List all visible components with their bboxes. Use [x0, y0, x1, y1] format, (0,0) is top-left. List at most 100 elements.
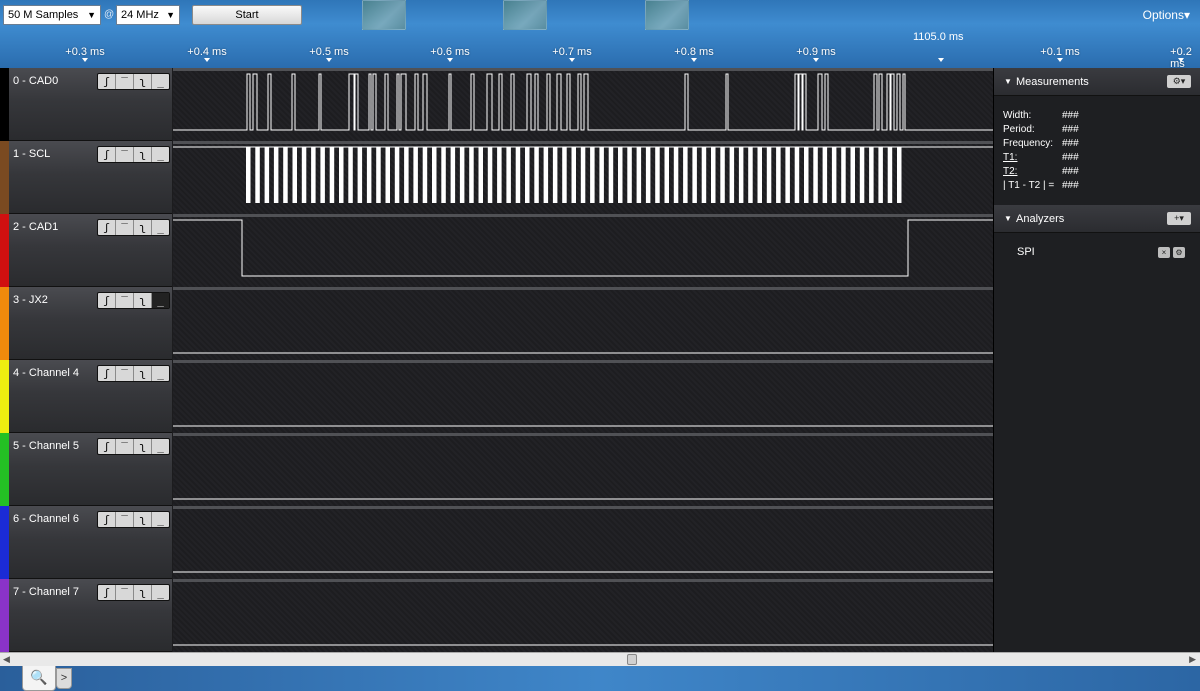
low-level-icon[interactable]: _ [152, 512, 169, 527]
measurements-header[interactable]: ▼ Measurements ⚙▾ [994, 68, 1200, 96]
rising-edge-icon[interactable]: ʃ [98, 366, 116, 381]
measurement-label: T1: [1003, 152, 1018, 163]
falling-edge-icon[interactable]: ʅ [134, 147, 152, 162]
horizontal-scrollbar[interactable]: ◀ ▶ [0, 652, 1200, 666]
scroll-left-arrow-icon[interactable]: ◀ [3, 654, 10, 665]
time-tick-marker [813, 58, 819, 62]
falling-edge-icon[interactable]: ʅ [134, 512, 152, 527]
measurement-label: Period: [1003, 124, 1035, 135]
side-panel: ▼ Measurements ⚙▾ Width: ### Period: ### Fre… [993, 68, 1200, 652]
channel-row: 3 - JX2 ʃ ‾ ʅ _ [0, 287, 993, 360]
rising-edge-icon[interactable]: ʃ [98, 220, 116, 235]
measurement-label: T2: [1003, 166, 1018, 177]
channel-waveform[interactable] [173, 579, 993, 652]
channel-waveform[interactable] [173, 214, 993, 287]
high-level-icon[interactable]: ‾ [116, 512, 134, 527]
high-level-icon[interactable]: ‾ [116, 220, 134, 235]
channel-waveform[interactable] [173, 433, 993, 506]
time-tick-label: +0.3 ms [65, 46, 105, 58]
close-icon[interactable]: × [1158, 247, 1170, 258]
cursor-time-label: 1105.0 ms [913, 31, 964, 43]
scroll-right-arrow-icon[interactable]: ▶ [1189, 654, 1196, 665]
channel-label-panel[interactable]: 2 - CAD1 ʃ ‾ ʅ _ [0, 214, 172, 287]
rising-edge-icon[interactable]: ʃ [98, 74, 116, 89]
chevron-right-icon[interactable]: > [56, 668, 72, 689]
falling-edge-icon[interactable]: ʅ [134, 439, 152, 454]
channel-label-panel[interactable]: 5 - Channel 5 ʃ ‾ ʅ _ [0, 433, 172, 506]
time-tick-label: +0.1 ms [1040, 46, 1080, 58]
measurement-value: ### [1062, 124, 1079, 135]
channel-waveform[interactable] [173, 287, 993, 360]
low-level-icon[interactable]: _ [152, 74, 169, 89]
sample-count-select[interactable]: 50 M Samples ▼ [3, 5, 101, 25]
low-level-icon[interactable]: _ [152, 366, 169, 381]
waveform-trace [173, 219, 993, 277]
low-level-icon[interactable]: _ [152, 585, 169, 600]
channel-label-panel[interactable]: 3 - JX2 ʃ ‾ ʅ _ [0, 287, 172, 360]
waveform-trace [173, 425, 993, 427]
collapse-triangle-icon: ▼ [1004, 77, 1012, 86]
time-tick-label: +0.6 ms [430, 46, 470, 58]
falling-edge-icon[interactable]: ʅ [134, 366, 152, 381]
channel-color-strip [0, 506, 9, 579]
time-tick-label: +0.2 ms [1170, 46, 1192, 68]
scrollbar-thumb[interactable] [627, 654, 637, 665]
measurement-label: Frequency: [1003, 138, 1054, 149]
low-level-icon[interactable]: _ [152, 220, 169, 235]
falling-edge-icon[interactable]: ʅ [134, 585, 152, 600]
options-menu-button[interactable]: Options▾ [1143, 8, 1190, 22]
channel-color-strip [0, 214, 9, 287]
channel-waveform[interactable] [173, 360, 993, 433]
sample-count-value: 50 M Samples [8, 9, 79, 21]
high-level-icon[interactable]: ‾ [116, 147, 134, 162]
sample-rate-select[interactable]: 24 MHz ▼ [116, 5, 180, 25]
measurements-title: Measurements [1016, 76, 1089, 88]
channel-color-strip [0, 433, 9, 506]
time-tick-label: +0.4 ms [187, 46, 227, 58]
rising-edge-icon[interactable]: ʃ [98, 512, 116, 527]
channel-label-panel[interactable]: 7 - Channel 7 ʃ ‾ ʅ _ [0, 579, 172, 652]
high-level-icon[interactable]: ‾ [116, 585, 134, 600]
start-button[interactable]: Start [192, 5, 302, 25]
high-level-icon[interactable]: ‾ [116, 293, 134, 308]
channel-row: 1 - SCL ʃ ‾ ʅ _ [0, 141, 993, 214]
rising-edge-icon[interactable]: ʃ [98, 585, 116, 600]
falling-edge-icon[interactable]: ʅ [134, 74, 152, 89]
gear-icon[interactable]: ⚙▾ [1167, 75, 1191, 88]
channel-label-panel[interactable]: 4 - Channel 4 ʃ ‾ ʅ _ [0, 360, 172, 433]
analyzer-item-spi[interactable]: SPI [1017, 246, 1035, 258]
rising-edge-icon[interactable]: ʃ [98, 439, 116, 454]
channel-waveform[interactable] [173, 506, 993, 579]
channel-waveform[interactable] [173, 68, 993, 141]
low-level-icon[interactable]: _ [152, 439, 169, 454]
rising-edge-icon[interactable]: ʃ [98, 293, 116, 308]
low-level-icon[interactable]: _ [152, 147, 169, 162]
trigger-selector: ʃ ‾ ʅ _ [97, 292, 170, 309]
low-level-icon[interactable]: _ [152, 293, 169, 308]
high-level-icon[interactable]: ‾ [116, 74, 134, 89]
cursor-marker [938, 58, 944, 62]
falling-edge-icon[interactable]: ʅ [134, 220, 152, 235]
rising-edge-icon[interactable]: ʃ [98, 147, 116, 162]
channel-label-panel[interactable]: 6 - Channel 6 ʃ ‾ ʅ _ [0, 506, 172, 579]
channel-label-panel[interactable]: 1 - SCL ʃ ‾ ʅ _ [0, 141, 172, 214]
channel-waveform[interactable] [173, 141, 993, 214]
channel-color-strip [0, 141, 9, 214]
add-analyzer-icon[interactable]: +▾ [1167, 212, 1191, 225]
high-level-icon[interactable]: ‾ [116, 439, 134, 454]
analyzers-header[interactable]: ▼ Analyzers +▾ [994, 205, 1200, 233]
channel-name: 5 - Channel 5 [13, 440, 80, 452]
analyzers-title: Analyzers [1016, 213, 1065, 225]
channel-name: 3 - JX2 [13, 294, 48, 306]
channel-area: 0 - CAD0 ʃ ‾ ʅ _ 1 - SCL ʃ ‾ ʅ _ 2 - CAD1 ʃ ‾ ʅ _ 3 - J… [0, 68, 993, 652]
time-tick-label: +0.9 ms [796, 46, 836, 58]
search-icon[interactable]: 🔍 [22, 666, 56, 691]
gear-icon[interactable]: ⚙ [1173, 247, 1185, 258]
time-tick-marker [1178, 58, 1184, 62]
channel-label-panel[interactable]: 0 - CAD0 ʃ ‾ ʅ _ [0, 68, 172, 141]
trigger-selector: ʃ ‾ ʅ _ [97, 511, 170, 528]
high-level-icon[interactable]: ‾ [116, 366, 134, 381]
falling-edge-icon[interactable]: ʅ [134, 293, 152, 308]
measurement-label: Width: [1003, 110, 1032, 121]
time-tick-marker [204, 58, 210, 62]
